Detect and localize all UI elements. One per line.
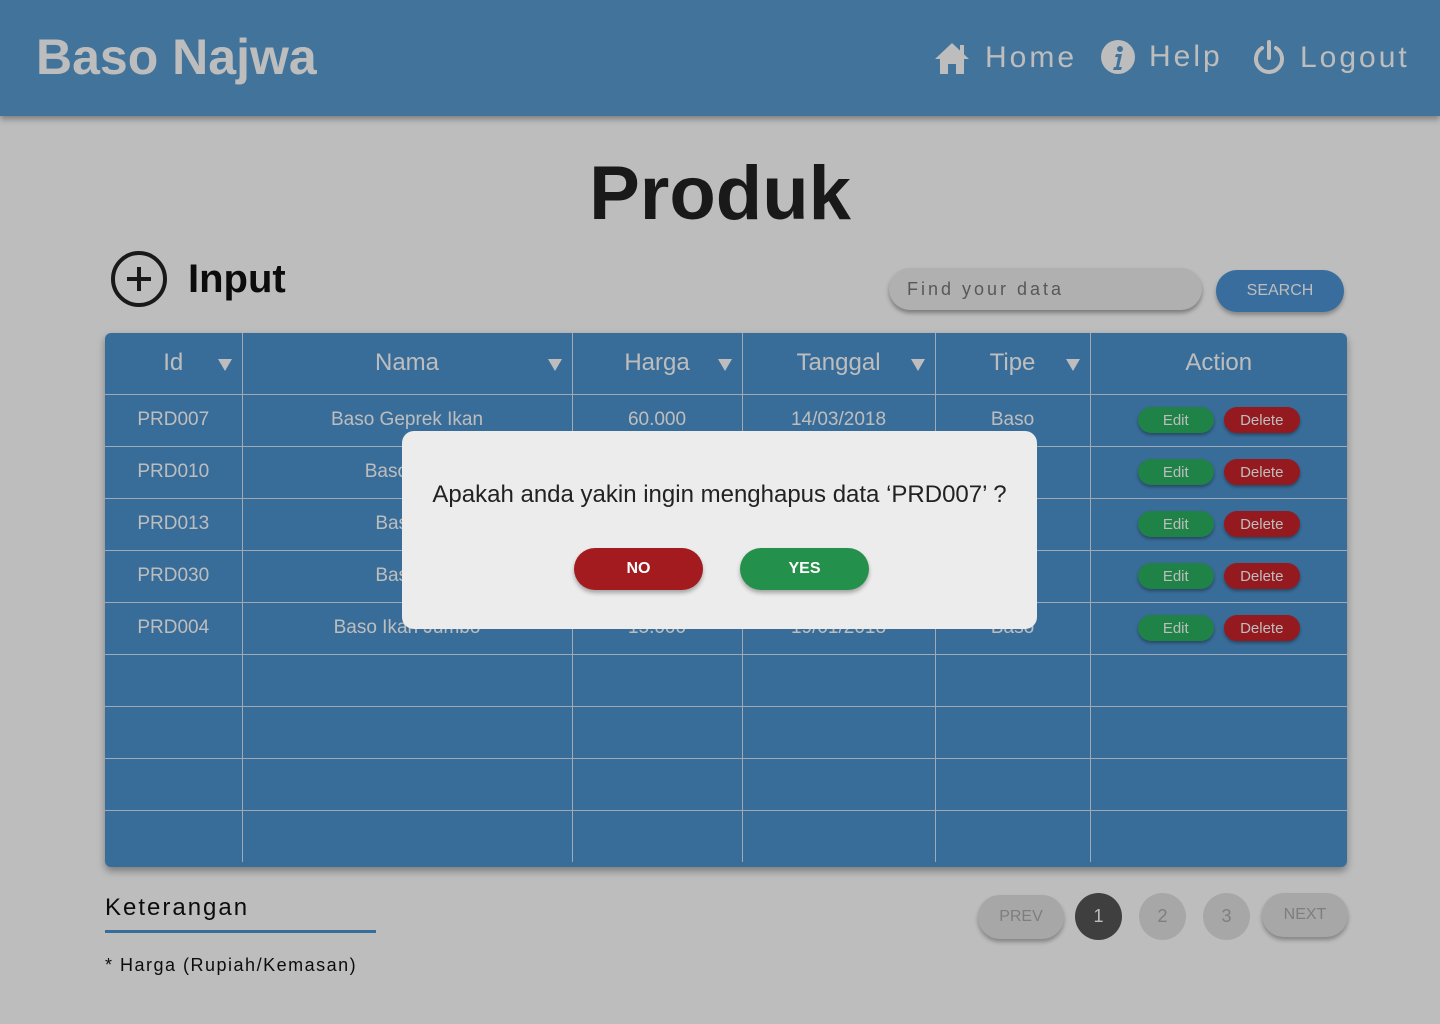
- delete-confirm-dialog: Apakah anda yakin ingin menghapus data ‘…: [402, 431, 1037, 629]
- no-button[interactable]: NO: [574, 548, 703, 590]
- dialog-message: Apakah anda yakin ingin menghapus data ‘…: [432, 481, 1007, 508]
- yes-button[interactable]: YES: [740, 548, 869, 590]
